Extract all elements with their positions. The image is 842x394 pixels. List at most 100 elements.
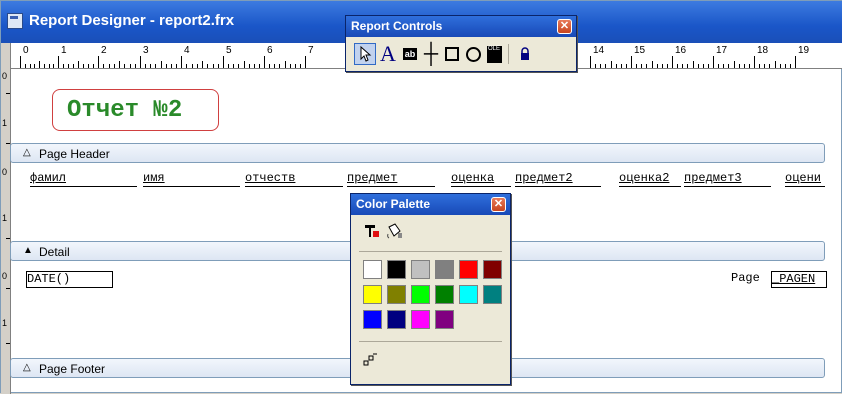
color-palette-window[interactable]: Color Palette ✕ (350, 193, 511, 385)
ruler-minor-tick (233, 64, 235, 68)
ruler-minor-tick (702, 64, 704, 68)
ruler-number: 15 (634, 45, 646, 56)
ruler-minor-tick (759, 64, 761, 68)
vertical-ruler-number: 1 (2, 118, 8, 128)
page-header-band-bar[interactable]: △ Page Header (10, 143, 825, 163)
field-predmet[interactable]: предмет (347, 171, 435, 187)
color-palette-close-button[interactable]: ✕ (491, 197, 506, 212)
vertical-ruler-tick (6, 288, 10, 289)
ruler-minor-tick (728, 64, 730, 68)
report-controls-close-button[interactable]: ✕ (557, 19, 572, 34)
ruler-minor-tick (595, 64, 597, 68)
ruler-minor-tick (175, 64, 177, 68)
ruler-minor-tick (228, 64, 230, 68)
report-title-label[interactable]: Отчет №2 (52, 89, 219, 131)
field-famil[interactable]: фамил (30, 171, 137, 187)
color-swatch[interactable] (459, 285, 478, 304)
ruler-number: 6 (267, 45, 273, 56)
ruler-minor-tick (243, 61, 245, 68)
label-icon[interactable]: A (377, 41, 399, 66)
fill-color-icon[interactable] (385, 222, 405, 242)
lock-icon[interactable] (514, 43, 536, 65)
ruler-major-tick (795, 56, 796, 68)
ruler-minor-tick (24, 64, 26, 68)
field-ocenka2[interactable]: оценка2 (619, 171, 681, 187)
ruler-minor-tick (733, 61, 735, 68)
ruler-minor-tick (258, 64, 260, 68)
vertical-ruler-number: 1 (2, 318, 8, 328)
color-swatch[interactable] (435, 285, 454, 304)
line-icon[interactable]: ┼ (420, 43, 442, 65)
ruler-number: 1 (61, 45, 67, 56)
pointer-icon[interactable] (354, 43, 376, 65)
color-swatch[interactable] (363, 260, 382, 279)
vertical-ruler: 0 1 0 1 0 1 (1, 43, 11, 394)
field-ocenka3[interactable]: оцени (785, 171, 825, 187)
ruler-minor-tick (274, 64, 276, 68)
color-swatch[interactable] (387, 285, 406, 304)
ruler-minor-tick (774, 61, 776, 68)
ruler-minor-tick (68, 64, 69, 68)
ruler-major-tick (181, 56, 182, 68)
picture-ole-icon[interactable]: OLE (483, 43, 505, 65)
report-controls-toolbar[interactable]: Report Controls ✕ A ab ┼ OLE (345, 15, 577, 72)
field-icon[interactable]: ab (399, 43, 421, 65)
foreground-color-icon[interactable] (363, 222, 383, 242)
field-predmet3[interactable]: предмет3 (684, 171, 771, 187)
field-imya[interactable]: имя (143, 171, 240, 187)
rectangle-icon[interactable] (441, 43, 463, 65)
ruler-major-tick (672, 56, 673, 68)
ruler-minor-tick (53, 64, 55, 68)
ruler-minor-tick (784, 64, 786, 68)
ruler-minor-tick (134, 64, 136, 68)
detail-band-label: Detail (39, 245, 70, 259)
ruler-minor-tick (666, 64, 668, 68)
ruler-minor-tick (217, 64, 219, 68)
ruler-minor-tick (212, 64, 214, 68)
field-otchestvo[interactable]: отчеств (245, 171, 343, 187)
color-swatch[interactable] (483, 285, 502, 304)
color-palette-title: Color Palette (356, 197, 431, 211)
color-swatch[interactable] (435, 260, 454, 279)
color-swatch[interactable] (387, 310, 406, 329)
band-triangle-icon: △ (23, 362, 31, 373)
color-swatch[interactable] (483, 260, 502, 279)
ruler-minor-tick (202, 61, 203, 68)
color-swatch[interactable] (459, 260, 478, 279)
color-palette-title-bar[interactable]: Color Palette ✕ (351, 194, 510, 215)
field-predmet2[interactable]: предмет2 (515, 171, 601, 187)
field-ocenka[interactable]: оценка (451, 171, 511, 187)
vertical-ruler-number: 0 (2, 271, 8, 281)
ruler-minor-tick (196, 64, 198, 68)
color-swatch[interactable] (411, 310, 430, 329)
ruler-number: 7 (308, 45, 314, 56)
color-swatch[interactable] (363, 285, 382, 304)
vertical-ruler-number: 0 (2, 167, 8, 177)
rounded-rectangle-icon[interactable] (462, 43, 484, 65)
color-dialog-icon[interactable] (363, 351, 379, 367)
ruler-minor-tick (641, 64, 643, 68)
ruler-minor-tick (108, 64, 110, 68)
ruler-major-tick (264, 56, 265, 68)
date-field[interactable]: DATE() (26, 271, 113, 288)
color-swatch[interactable] (411, 285, 430, 304)
ruler-number: 16 (675, 45, 687, 56)
ruler-minor-tick (697, 64, 699, 68)
color-swatch[interactable] (411, 260, 430, 279)
report-controls-title-bar[interactable]: Report Controls ✕ (346, 16, 576, 37)
color-swatch[interactable] (387, 260, 406, 279)
page-number-field[interactable]: _PAGEN (771, 271, 827, 288)
report-title-text: Отчет №2 (67, 97, 183, 124)
ruler-minor-tick (600, 64, 602, 68)
page-label[interactable]: Page (731, 271, 760, 285)
ruler-minor-tick (299, 64, 301, 68)
ruler-number: 4 (184, 45, 190, 56)
vertical-ruler-tick (6, 343, 10, 344)
ruler-minor-tick (29, 64, 31, 68)
ruler-minor-tick (83, 64, 84, 68)
ruler-major-tick (754, 56, 755, 68)
color-swatch[interactable] (435, 310, 454, 329)
ruler-minor-tick (615, 64, 617, 68)
color-swatch[interactable] (363, 310, 382, 329)
ruler-minor-tick (129, 64, 131, 68)
